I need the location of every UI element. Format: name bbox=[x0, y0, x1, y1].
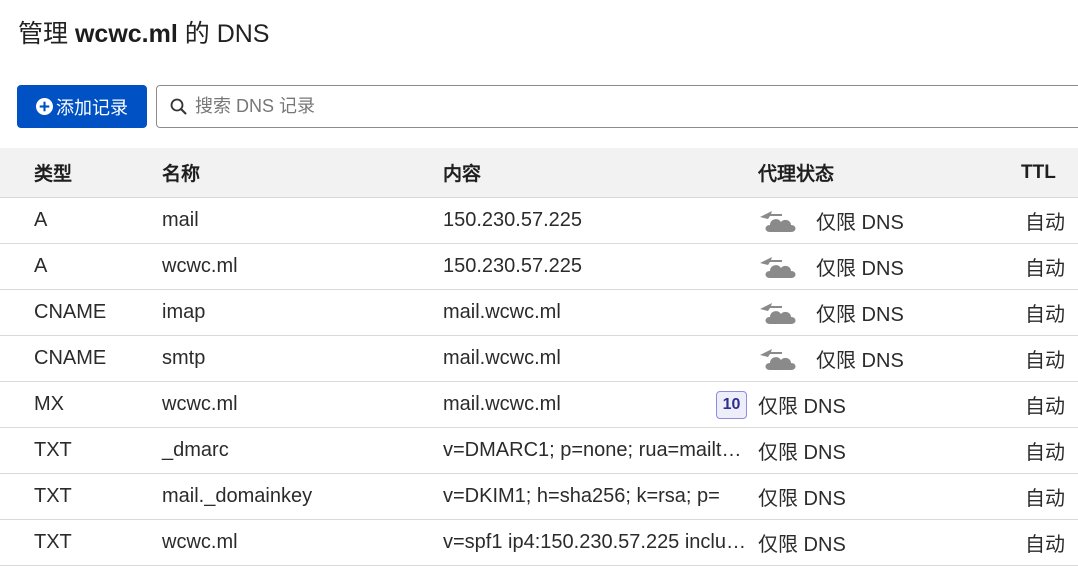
proxy-status-label: 仅限 DNS bbox=[758, 442, 846, 464]
record-type: A bbox=[34, 209, 48, 231]
dns-only-cloud-icon[interactable] bbox=[758, 254, 800, 280]
table-header: 类型 名称 内容 代理状态 TTL bbox=[0, 148, 1078, 198]
record-type: A bbox=[34, 255, 48, 277]
record-content-text: mail.wcwc.ml bbox=[443, 347, 561, 369]
record-ttl: 自动 bbox=[1025, 304, 1065, 326]
record-type: CNAME bbox=[34, 347, 107, 369]
record-ttl: 自动 bbox=[1025, 442, 1065, 464]
record-ttl: 自动 bbox=[1025, 534, 1065, 556]
title-suffix: 的 DNS bbox=[184, 20, 270, 48]
table-row[interactable]: CNAME smtp mail.wcwc.ml 仅限 DNS 自动 bbox=[0, 336, 1078, 382]
record-ttl: 自动 bbox=[1025, 396, 1065, 418]
record-content-text: mail.wcwc.ml bbox=[443, 301, 561, 323]
proxy-status: 仅限 DNS bbox=[758, 474, 846, 519]
record-content-text: 150.230.57.225 bbox=[443, 209, 583, 231]
record-content: mail.wcwc.ml bbox=[443, 336, 748, 381]
proxy-status-label: 仅限 DNS bbox=[758, 396, 846, 418]
record-type: TXT bbox=[34, 439, 72, 461]
table-row[interactable]: Awcwc.ml 150.230.57.225 仅限 DNS 自动 bbox=[0, 244, 1078, 290]
proxy-status-label: 仅限 DNS bbox=[816, 258, 904, 280]
record-type: CNAME bbox=[34, 301, 107, 323]
record-name: _dmarc bbox=[162, 439, 229, 461]
table-row[interactable]: MX wcwc.ml mail.wcwc.ml 10 仅限 DNS 自动 bbox=[0, 382, 1078, 428]
record-content-text: v=DMARC1; p=none; rua=mailto:dmarc@wcwc.… bbox=[443, 439, 748, 461]
record-name: wcwc.ml bbox=[162, 393, 238, 415]
proxy-status: 仅限 DNS bbox=[758, 244, 904, 289]
record-content: mail.wcwc.ml bbox=[443, 382, 748, 427]
page-title: 管理 wcwc.ml 的 DNS bbox=[18, 14, 269, 50]
record-ttl: 自动 bbox=[1025, 488, 1065, 510]
record-content: v=DKIM1; h=sha256; k=rsa; p= bbox=[443, 474, 748, 519]
table-row[interactable]: TXT mail._domainkey v=DKIM1; h=sha256; k=r… bbox=[0, 474, 1078, 520]
dns-records-table: 类型 名称 内容 代理状态 TTL Amail 150.230.57.225 仅限 … bbox=[0, 148, 1078, 566]
record-content-text: mail.wcwc.ml bbox=[443, 393, 561, 415]
record-name: mail bbox=[162, 209, 199, 231]
title-prefix: 管理 bbox=[18, 20, 69, 48]
add-record-button[interactable]: 添加记录 bbox=[17, 85, 147, 128]
proxy-status: 仅限 DNS bbox=[758, 382, 846, 427]
priority-badge: 10 bbox=[716, 391, 747, 419]
table-row[interactable]: TXT wcwc.ml v=spf1 ip4:150.230.57.225 incl… bbox=[0, 520, 1078, 566]
column-header-type[interactable]: 类型 bbox=[34, 148, 72, 197]
record-content: 150.230.57.225 bbox=[443, 198, 748, 243]
record-name: wcwc.ml bbox=[162, 531, 238, 553]
column-header-ttl[interactable]: TTL bbox=[1021, 148, 1056, 197]
record-content-text: 150.230.57.225 bbox=[443, 255, 583, 277]
table-row[interactable]: Amail 150.230.57.225 仅限 DNS 自动 bbox=[0, 198, 1078, 244]
record-ttl: 自动 bbox=[1025, 258, 1065, 280]
record-type: TXT bbox=[34, 531, 72, 553]
record-type: MX bbox=[34, 393, 64, 415]
column-header-name[interactable]: 名称 bbox=[162, 148, 200, 197]
record-content-text: v=spf1 ip4:150.230.57.225 include bbox=[443, 531, 748, 553]
record-content: 150.230.57.225 bbox=[443, 244, 748, 289]
proxy-status-label: 仅限 DNS bbox=[816, 350, 904, 372]
proxy-status-label: 仅限 DNS bbox=[816, 212, 904, 234]
add-record-label: 添加记录 bbox=[56, 97, 128, 118]
record-ttl: 自动 bbox=[1025, 350, 1065, 372]
record-content-text: v=DKIM1; h=sha256; k=rsa; p= bbox=[443, 485, 720, 507]
dns-only-cloud-icon[interactable] bbox=[758, 300, 800, 326]
record-name: wcwc.ml bbox=[162, 255, 238, 277]
record-name: mail._domainkey bbox=[162, 485, 313, 507]
record-content: v=spf1 ip4:150.230.57.225 include bbox=[443, 520, 748, 565]
record-name: smtp bbox=[162, 347, 206, 369]
proxy-status-label: 仅限 DNS bbox=[816, 304, 904, 326]
proxy-status: 仅限 DNS bbox=[758, 336, 904, 381]
proxy-status: 仅限 DNS bbox=[758, 198, 904, 243]
record-content: mail.wcwc.ml bbox=[443, 290, 748, 335]
dns-only-cloud-icon[interactable] bbox=[758, 346, 800, 372]
table-row[interactable]: TXT _dmarc v=DMARC1; p=none; rua=mailto:dm… bbox=[0, 428, 1078, 474]
search-input[interactable] bbox=[195, 96, 895, 117]
search-box[interactable] bbox=[156, 85, 1078, 128]
search-icon bbox=[170, 98, 187, 114]
record-name: imap bbox=[162, 301, 206, 323]
proxy-status: 仅限 DNS bbox=[758, 428, 846, 473]
proxy-status: 仅限 DNS bbox=[758, 520, 846, 565]
record-content: v=DMARC1; p=none; rua=mailto:dmarc@wcwc.… bbox=[443, 428, 748, 473]
title-domain: wcwc.ml bbox=[74, 20, 178, 48]
record-type: TXT bbox=[34, 485, 72, 507]
record-ttl: 自动 bbox=[1025, 212, 1065, 234]
proxy-status-label: 仅限 DNS bbox=[758, 534, 846, 556]
column-header-proxy-status[interactable]: 代理状态 bbox=[758, 148, 834, 197]
plus-circle-icon bbox=[36, 98, 53, 115]
dns-only-cloud-icon[interactable] bbox=[758, 208, 800, 234]
table-row[interactable]: CNAME imap mail.wcwc.ml 仅限 DNS 自动 bbox=[0, 290, 1078, 336]
proxy-status-label: 仅限 DNS bbox=[758, 488, 846, 510]
column-header-content[interactable]: 内容 bbox=[443, 148, 748, 197]
proxy-status: 仅限 DNS bbox=[758, 290, 904, 335]
